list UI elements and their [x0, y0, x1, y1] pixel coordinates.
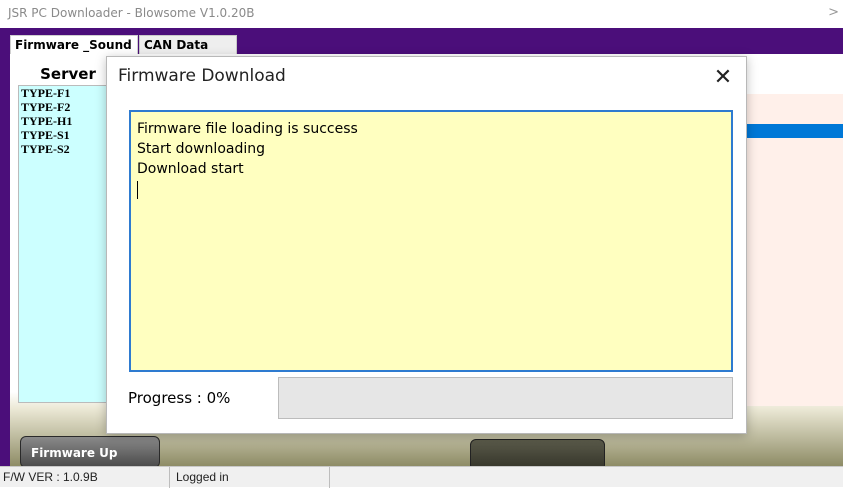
file-list-pane[interactable] [745, 94, 843, 406]
server-header: Server [40, 65, 96, 83]
server-list[interactable]: TYPE-F1 TYPE-F2 TYPE-H1 TYPE-S1 TYPE-S2 [18, 85, 112, 403]
dialog-title: Firmware Download [118, 66, 286, 86]
window-title-bar: JSR PC Downloader - Blowsome V1.0.20B > [0, 0, 843, 28]
close-icon[interactable]: ✕ [708, 63, 738, 93]
download-log-textbox[interactable]: Firmware file loading is success Start d… [129, 110, 733, 372]
status-bar: F/W VER : 1.0.9B Logged in [0, 466, 843, 488]
server-item-type-f1[interactable]: TYPE-F1 [19, 86, 111, 100]
firmware-download-dialog: Firmware Download ✕ Firmware file loadin… [106, 56, 747, 434]
log-line: Download start [137, 161, 244, 177]
window-title: JSR PC Downloader - Blowsome V1.0.20B [8, 6, 255, 20]
log-line: Start downloading [137, 141, 265, 157]
log-line: Firmware file loading is success [137, 121, 358, 137]
chevron-right-icon[interactable]: > [828, 5, 839, 20]
tab-firmware-sound[interactable]: Firmware _Sound [10, 35, 138, 54]
progress-bar [278, 377, 733, 419]
tab-can-data-log[interactable]: CAN Data Log [139, 35, 237, 71]
text-caret [137, 181, 138, 199]
server-item-type-s1[interactable]: TYPE-S1 [19, 128, 111, 142]
login-status: Logged in [170, 467, 330, 488]
selected-row[interactable] [746, 124, 843, 138]
server-item-type-h1[interactable]: TYPE-H1 [19, 114, 111, 128]
fw-version-status: F/W VER : 1.0.9B [0, 467, 170, 488]
server-item-type-s2[interactable]: TYPE-S2 [19, 142, 111, 156]
progress-label: Progress : 0% [128, 389, 231, 407]
server-item-type-f2[interactable]: TYPE-F2 [19, 100, 111, 114]
firmware-update-button[interactable]: Firmware Up [20, 436, 160, 468]
